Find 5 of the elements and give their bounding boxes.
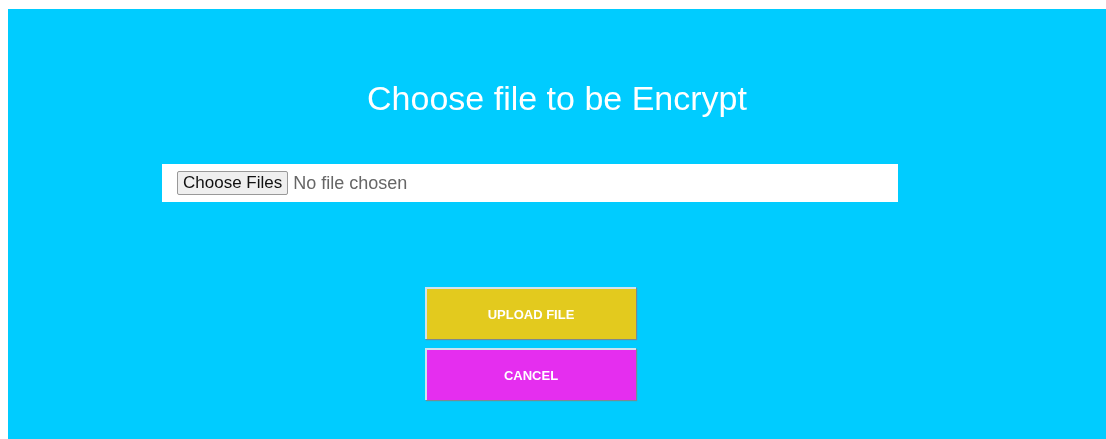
page-title: Choose file to be Encrypt <box>367 78 747 119</box>
choose-files-button[interactable]: Choose Files <box>177 171 289 195</box>
file-input[interactable]: Choose Files No file chosen <box>162 164 898 202</box>
file-status: No file chosen <box>293 172 408 194</box>
action-button[interactable]: CANCEL <box>424 348 636 400</box>
